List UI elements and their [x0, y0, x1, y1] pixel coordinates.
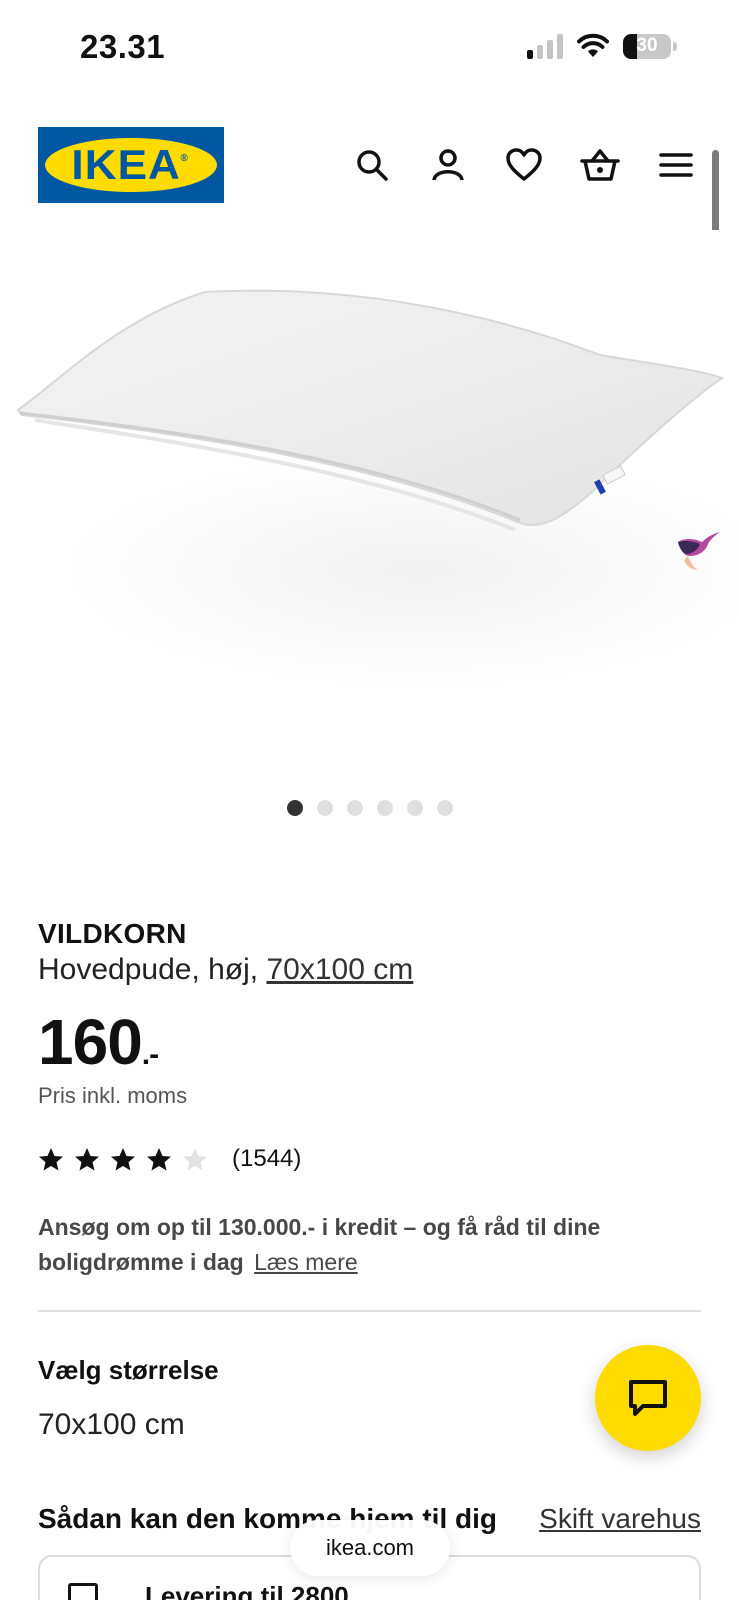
ikea-logo[interactable]: IKEA ® [38, 127, 224, 203]
basket-icon[interactable] [575, 140, 625, 190]
size-label: Vælg størrelse [38, 1355, 219, 1385]
delivery-card-text: Levering til 2800 [145, 1581, 349, 1600]
star-filled-icon [75, 1147, 99, 1170]
cellular-signal-icon [527, 33, 563, 59]
battery-level: 30 [636, 35, 658, 56]
status-time: 23.31 [80, 28, 166, 65]
change-store-link[interactable]: Skift varehus [539, 1503, 701, 1535]
carousel-dot[interactable] [316, 800, 333, 816]
carousel-dot[interactable] [406, 800, 423, 816]
product-name: VILDKORN [38, 918, 187, 949]
chat-button[interactable] [595, 1345, 701, 1451]
read-more-link[interactable]: Læs mere [254, 1249, 358, 1275]
star-filled-icon [147, 1147, 171, 1170]
image-carousel-dots [0, 800, 739, 816]
size-link[interactable]: 70x100 cm [266, 953, 413, 986]
menu-icon[interactable] [651, 140, 701, 190]
divider [38, 1310, 701, 1312]
carousel-dot[interactable] [346, 800, 363, 816]
carousel-dot[interactable] [286, 800, 303, 816]
product-price: 160.- [38, 1005, 159, 1079]
search-icon[interactable] [347, 140, 397, 190]
logo-text: IKEA [71, 141, 182, 188]
carousel-dot[interactable] [376, 800, 393, 816]
browser-url-bar[interactable]: ikea.com [290, 1520, 450, 1576]
truck-icon [68, 1583, 98, 1600]
product-description: Hovedpude, høj, 70x100 cm [38, 953, 413, 987]
heart-icon[interactable] [499, 140, 549, 190]
product-rating[interactable]: (1544) [38, 1145, 301, 1173]
chat-icon [629, 1380, 667, 1416]
status-icons: 30 [527, 33, 677, 59]
product-image[interactable] [0, 230, 739, 760]
product-type: Hovedpude, høj, [38, 953, 267, 986]
size-value[interactable]: 70x100 cm [38, 1408, 185, 1442]
battery-icon: 30 [623, 33, 677, 59]
star-filled-icon [111, 1147, 135, 1170]
credit-banner: Ansøg om op til 130.000.- i kredit – og … [38, 1210, 678, 1280]
rating-count[interactable]: (1544) [232, 1145, 301, 1173]
site-header: IKEA ® [38, 127, 701, 203]
account-icon[interactable] [423, 140, 473, 190]
carousel-dot[interactable] [436, 800, 453, 816]
wifi-icon [577, 33, 609, 57]
hummingbird-icon[interactable] [676, 528, 722, 577]
price-note: Pris inkl. moms [38, 1083, 188, 1108]
price-suffix: .- [141, 1038, 159, 1071]
status-bar: 23.31 30 [0, 0, 739, 100]
rating-stars [38, 1147, 208, 1172]
star-filled-icon [39, 1147, 63, 1170]
header-actions [347, 140, 701, 190]
star-empty-icon [183, 1147, 207, 1170]
url-text: ikea.com [325, 1535, 415, 1560]
price-main: 160 [38, 1006, 143, 1078]
